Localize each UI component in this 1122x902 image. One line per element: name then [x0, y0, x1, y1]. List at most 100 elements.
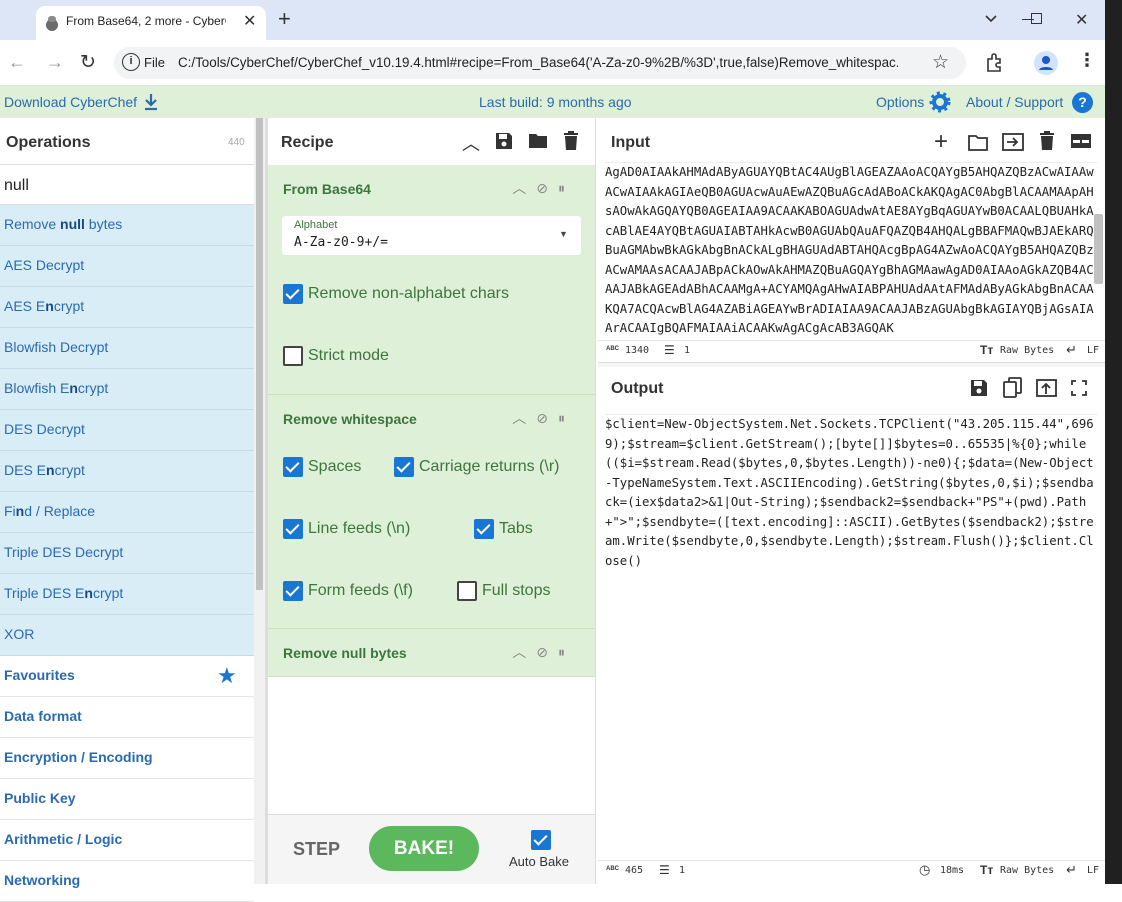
operation-result-item[interactable]: Find / Replace	[0, 492, 254, 533]
scrollbar-thumb[interactable]	[256, 118, 263, 590]
auto-bake-checkbox[interactable]	[531, 830, 551, 850]
op-breakpoint-pause-icon[interactable]: ⏸	[558, 644, 575, 660]
op-disable-icon[interactable]: ⊘	[536, 180, 558, 196]
extensions-icon[interactable]	[984, 52, 1004, 72]
category-item[interactable]: Public Key	[0, 779, 254, 820]
new-tab-button[interactable]: +	[278, 6, 291, 32]
clock-icon: ◷	[919, 862, 931, 877]
op-breakpoint-pause-icon[interactable]: ⏸	[558, 180, 575, 196]
browser-tab[interactable]: From Base64, 2 more - CyberCh ✕	[36, 6, 266, 40]
input-scrollbar-thumb[interactable]	[1094, 214, 1103, 284]
line-feeds-checkbox[interactable]	[283, 519, 303, 539]
strict-mode-checkbox[interactable]	[283, 346, 303, 366]
browser-menu-icon[interactable]: ⋮	[1078, 50, 1096, 71]
form-feeds-checkbox[interactable]	[283, 581, 303, 601]
tab-title: From Base64, 2 more - CyberCh	[66, 14, 226, 28]
text-encoding-icon[interactable]: Tт	[980, 863, 993, 877]
profile-avatar-icon[interactable]	[1034, 51, 1058, 75]
save-output-icon[interactable]	[970, 379, 988, 397]
length-icon: ABC	[606, 866, 619, 872]
window-close-icon[interactable]: ✕	[1075, 10, 1088, 30]
gear-icon[interactable]	[929, 91, 951, 113]
url-text[interactable]: C:/Tools/CyberChef/CyberChef_v10.19.4.ht…	[178, 55, 898, 70]
download-icon[interactable]	[143, 93, 159, 111]
info-icon[interactable]: i	[122, 53, 140, 71]
replace-input-icon[interactable]	[1036, 379, 1057, 397]
clear-input-trash-icon[interactable]	[1039, 131, 1055, 150]
reset-layout-icon[interactable]	[1070, 133, 1092, 149]
category-item[interactable]: Data format	[0, 697, 254, 738]
back-arrow-icon[interactable]: ←	[8, 52, 26, 73]
eol-icon[interactable]: ↵	[1066, 342, 1077, 358]
input-encoding[interactable]: Raw Bytes	[1000, 345, 1054, 356]
operation-result-item[interactable]: AES Decrypt	[0, 246, 254, 287]
collapse-all-chevron-icon[interactable]: ︿	[462, 130, 480, 156]
input-eol[interactable]: LF	[1087, 345, 1099, 356]
operations-scrollbar[interactable]	[254, 118, 265, 884]
operation-result-item[interactable]: XOR	[0, 615, 254, 656]
open-file-input-icon[interactable]	[1002, 132, 1024, 152]
options-link[interactable]: Options	[876, 94, 924, 110]
operation-result-item[interactable]: AES Encrypt	[0, 287, 254, 328]
op-collapse-chevron-icon[interactable]: ︿	[512, 644, 536, 660]
category-item[interactable]: Favourites ★	[0, 656, 254, 697]
bake-button[interactable]: BAKE!	[369, 826, 479, 871]
tabs-checkbox[interactable]	[474, 519, 494, 539]
maximise-output-icon[interactable]	[1071, 380, 1087, 396]
text-encoding-icon[interactable]: Tт	[980, 343, 993, 357]
clear-recipe-trash-icon[interactable]	[563, 131, 579, 150]
operation-result-item[interactable]: Triple DES Encrypt	[0, 574, 254, 615]
tab-search-chevron-icon[interactable]	[984, 14, 998, 24]
help-icon[interactable]: ?	[1072, 92, 1093, 113]
bookmark-star-icon[interactable]: ☆	[932, 51, 949, 74]
eol-icon[interactable]: ↵	[1066, 862, 1077, 878]
step-button[interactable]: STEP	[293, 839, 340, 860]
operation-result-item[interactable]: Blowfish Encrypt	[0, 369, 254, 410]
operation-result-item[interactable]: DES Encrypt	[0, 451, 254, 492]
operation-result-item[interactable]: Triple DES Decrypt	[0, 533, 254, 574]
output-status-bar: ABC 465 ☰ 1 ◷ 18ms Tт Raw Bytes ↵ LF	[598, 860, 1105, 882]
operation-result-item[interactable]: Remove null bytes	[0, 205, 254, 246]
alphabet-value: A-Za-z0-9+/=	[294, 235, 388, 250]
carriage-returns-checkbox[interactable]	[394, 457, 414, 477]
op-collapse-chevron-icon[interactable]: ︿	[512, 410, 536, 426]
url-scheme-label: File	[144, 55, 165, 70]
op-disable-icon[interactable]: ⊘	[536, 644, 558, 660]
op-collapse-chevron-icon[interactable]: ︿	[512, 180, 536, 196]
spaces-checkbox[interactable]	[283, 457, 303, 477]
output-text[interactable]: $client=New-ObjectSystem.Net.Sockets.TCP…	[605, 414, 1097, 858]
operation-name-part: AES E	[4, 298, 46, 314]
search-match-highlight: n	[69, 380, 78, 396]
output-eol[interactable]: LF	[1087, 865, 1099, 876]
category-item[interactable]: Networking	[0, 861, 254, 902]
save-recipe-icon[interactable]	[495, 132, 513, 150]
favourites-star-icon: ★	[217, 663, 237, 688]
output-title: Output	[611, 380, 664, 397]
operation-result-item[interactable]: Blowfish Decrypt	[0, 328, 254, 369]
lines-icon: ☰	[659, 863, 670, 877]
address-bar[interactable]: i File C:/Tools/CyberChef/CyberChef_v10.…	[114, 47, 966, 79]
about-support-link[interactable]: About / Support	[966, 94, 1063, 110]
io-divider[interactable]	[598, 362, 1105, 367]
copy-output-icon[interactable]	[1003, 377, 1022, 398]
op-breakpoint-pause-icon[interactable]: ⏸	[558, 410, 575, 426]
tab-close-icon[interactable]: ✕	[243, 11, 256, 31]
download-cyberchef-link[interactable]: Download CyberChef	[4, 94, 137, 110]
operation-name-part: d / Replace	[24, 503, 96, 519]
alphabet-select[interactable]: Alphabet A-Za-z0-9+/= ▼	[282, 216, 581, 255]
open-folder-icon[interactable]	[968, 134, 988, 151]
full-stops-checkbox[interactable]	[457, 581, 477, 601]
output-encoding[interactable]: Raw Bytes	[1000, 865, 1054, 876]
reload-icon[interactable]: ↻	[80, 51, 96, 74]
load-recipe-folder-icon[interactable]	[528, 132, 548, 149]
input-textarea[interactable]: AgAD0AIAAkAHMAdAByAGUAYQBtAC4AUgBlAGEAZA…	[605, 162, 1097, 340]
category-item[interactable]: Arithmetic / Logic	[0, 820, 254, 861]
category-item[interactable]: Encryption / Encoding	[0, 738, 254, 779]
forward-arrow-icon[interactable]: →	[46, 52, 64, 73]
operations-search-input[interactable]: null	[0, 164, 254, 205]
remove-nonalpha-checkbox[interactable]	[283, 284, 303, 304]
operation-result-item[interactable]: DES Decrypt	[0, 410, 254, 451]
add-input-tab-icon[interactable]: +	[934, 128, 948, 156]
op-disable-icon[interactable]: ⊘	[536, 410, 558, 426]
maximize-icon[interactable]	[1031, 13, 1042, 24]
